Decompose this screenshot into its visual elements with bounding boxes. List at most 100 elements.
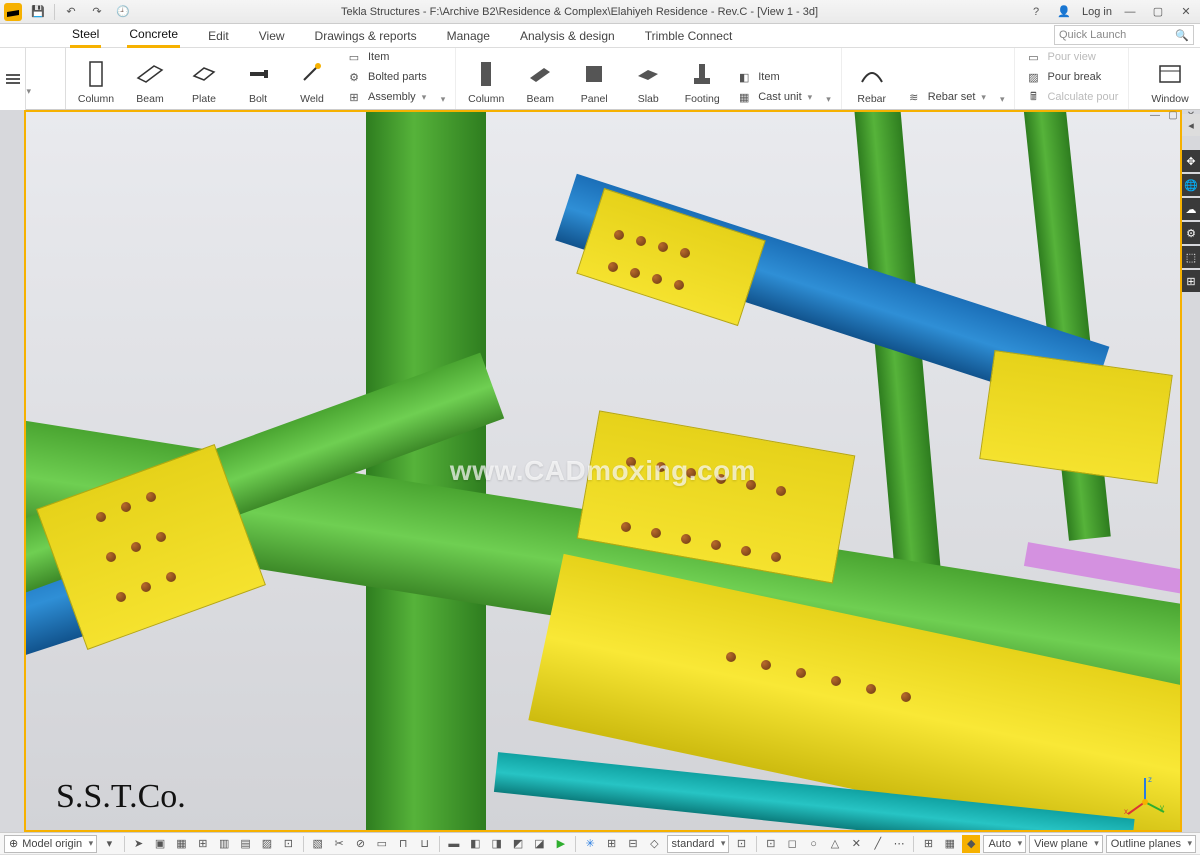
snap-icon[interactable]: ◇ xyxy=(645,835,663,853)
save-icon[interactable]: 💾 xyxy=(28,2,48,22)
gear-panel-icon[interactable]: ⚙ xyxy=(1182,222,1200,244)
tab-manage[interactable]: Manage xyxy=(445,25,492,47)
steel-plate-button[interactable]: Plate xyxy=(184,59,224,105)
steel-column-button[interactable]: Column xyxy=(76,59,116,105)
origin-select[interactable]: ⊕Model origin xyxy=(4,835,97,853)
tool-icon[interactable]: ▤ xyxy=(236,835,254,853)
rebarset-button[interactable]: ≋Rebar set▾ xyxy=(906,89,986,105)
outlineplanes-select[interactable]: Outline planes xyxy=(1106,835,1196,853)
bolted-parts-button[interactable]: ⚙Bolted parts xyxy=(346,69,427,85)
maximize-icon[interactable]: ▢ xyxy=(1148,2,1168,22)
history-icon[interactable]: 🕘 xyxy=(113,2,133,22)
axis-gizmo[interactable]: z y x xyxy=(1122,772,1168,818)
user-icon[interactable]: 👤 xyxy=(1054,2,1074,22)
snap-grid2-icon[interactable]: ▦ xyxy=(941,835,959,853)
undo-icon[interactable]: ↶ xyxy=(61,2,81,22)
tool-icon[interactable]: ▨ xyxy=(258,835,276,853)
concrete-panel-button[interactable]: Panel xyxy=(574,59,614,105)
select-bars-icon[interactable]: ▥ xyxy=(215,835,233,853)
steel-bolt-button[interactable]: Bolt xyxy=(238,59,278,105)
tool-icon[interactable]: ⊓ xyxy=(394,835,412,853)
window-button[interactable]: Window xyxy=(1150,59,1190,105)
select-arrow-icon[interactable]: ➤ xyxy=(129,835,147,853)
snap-icon[interactable]: ⊡ xyxy=(732,835,750,853)
box-panel-icon[interactable]: ⬚ xyxy=(1182,246,1200,268)
tab-view[interactable]: View xyxy=(257,25,287,47)
tab-analysis[interactable]: Analysis & design xyxy=(518,25,617,47)
watermark-text: www.CADmoxing.com xyxy=(450,455,756,487)
vp-maximize-icon[interactable]: ▢ xyxy=(1166,108,1180,122)
tab-concrete[interactable]: Concrete xyxy=(127,23,180,48)
tool-icon[interactable]: ▶ xyxy=(552,835,570,853)
tab-trimble[interactable]: Trimble Connect xyxy=(643,25,735,47)
snap-grid-icon[interactable]: ⊞ xyxy=(919,835,937,853)
help-icon[interactable]: ? xyxy=(1026,2,1046,22)
concrete-column-button[interactable]: Column xyxy=(466,59,506,105)
auto-select[interactable]: Auto xyxy=(983,835,1026,853)
close-icon[interactable]: ✕ xyxy=(1176,2,1196,22)
tool-icon[interactable]: ⊡ xyxy=(279,835,297,853)
snap-midpoint-icon[interactable]: ◻ xyxy=(783,835,801,853)
snap-icon[interactable]: ⊞ xyxy=(602,835,620,853)
concrete-slab-button[interactable]: Slab xyxy=(628,59,668,105)
snap-endpoint-icon[interactable]: ⊡ xyxy=(762,835,780,853)
snap-icon[interactable]: ✳ xyxy=(581,835,599,853)
window-icon xyxy=(1155,59,1185,89)
concrete-footing-button[interactable]: Footing xyxy=(682,59,722,105)
minimize-icon[interactable]: — xyxy=(1120,2,1140,22)
globe-panel-icon[interactable]: 🌐 xyxy=(1182,174,1200,196)
tab-drawings[interactable]: Drawings & reports xyxy=(313,25,419,47)
tool-icon[interactable]: ◨ xyxy=(488,835,506,853)
tool-icon[interactable]: ✂ xyxy=(330,835,348,853)
tool-icon[interactable]: ⊘ xyxy=(351,835,369,853)
concrete-group-dropdown[interactable]: ▾ xyxy=(826,94,831,105)
select-all-icon[interactable]: ▣ xyxy=(151,835,169,853)
tool-icon[interactable]: ◪ xyxy=(530,835,548,853)
rebar-group-dropdown[interactable]: ▾ xyxy=(1000,94,1005,105)
login-label[interactable]: Log in xyxy=(1082,6,1112,18)
ribbon-group-window: Window xyxy=(1140,48,1200,109)
grid-panel-icon[interactable]: ⊞ xyxy=(1182,270,1200,292)
svg-text:x: x xyxy=(1124,807,1128,816)
tool-icon[interactable]: ⊔ xyxy=(415,835,433,853)
app-logo[interactable] xyxy=(4,3,22,21)
right-side-panel: ◂ ✥ 🌐 ☁ ⚙ ⬚ ⊞ xyxy=(1182,114,1200,292)
menu-icon[interactable] xyxy=(6,78,20,80)
redo-icon[interactable]: ↷ xyxy=(87,2,107,22)
cursor-panel-icon[interactable]: ✥ xyxy=(1182,150,1200,172)
select-grid-icon[interactable]: ⊞ xyxy=(194,835,212,853)
tool-icon[interactable]: ▬ xyxy=(445,835,463,853)
snap-ext-icon[interactable]: ⋯ xyxy=(890,835,908,853)
cloud-panel-icon[interactable]: ☁ xyxy=(1182,198,1200,220)
ucs-button[interactable]: ▾ xyxy=(100,835,118,853)
concrete-item-button[interactable]: ◧Item xyxy=(736,69,812,85)
tool-icon[interactable]: ◧ xyxy=(466,835,484,853)
tool-icon[interactable]: ◩ xyxy=(509,835,527,853)
snap-center-icon[interactable]: ○ xyxy=(804,835,822,853)
snap-any-icon[interactable]: ◆ xyxy=(962,835,980,853)
select-object-icon[interactable]: ▦ xyxy=(172,835,190,853)
snap-line-icon[interactable]: ╱ xyxy=(869,835,887,853)
concrete-beam-button[interactable]: Beam xyxy=(520,59,560,105)
quick-launch-input[interactable]: Quick Launch 🔍 xyxy=(1054,25,1194,45)
vp-minimize-icon[interactable]: — xyxy=(1148,108,1162,122)
3d-viewport[interactable]: www.CADmoxing.com S.S.T.Co. z y x xyxy=(24,110,1182,832)
tool-icon[interactable]: ▭ xyxy=(373,835,391,853)
steel-weld-button[interactable]: Weld xyxy=(292,59,332,105)
assembly-button[interactable]: ⊞Assembly▾ xyxy=(346,89,427,105)
snap-icon[interactable]: ⊟ xyxy=(624,835,642,853)
cast-unit-button[interactable]: ▦Cast unit▾ xyxy=(736,89,812,105)
pour-break-button[interactable]: ▨Pour break xyxy=(1025,69,1118,85)
expand-panel-icon[interactable]: ◂ xyxy=(1182,114,1200,136)
steel-group-dropdown[interactable]: ▾ xyxy=(441,94,446,105)
tab-steel[interactable]: Steel xyxy=(70,23,101,48)
snap-perp-icon[interactable]: ✕ xyxy=(847,835,865,853)
steel-beam-button[interactable]: Beam xyxy=(130,59,170,105)
tab-edit[interactable]: Edit xyxy=(206,25,231,47)
standard-select[interactable]: standard xyxy=(667,835,730,853)
steel-item-button[interactable]: ▭Item xyxy=(346,49,427,65)
rebar-button[interactable]: Rebar xyxy=(852,59,892,105)
viewplane-select[interactable]: View plane xyxy=(1029,835,1103,853)
snap-intersection-icon[interactable]: △ xyxy=(826,835,844,853)
tool-icon[interactable]: ▧ xyxy=(308,835,326,853)
